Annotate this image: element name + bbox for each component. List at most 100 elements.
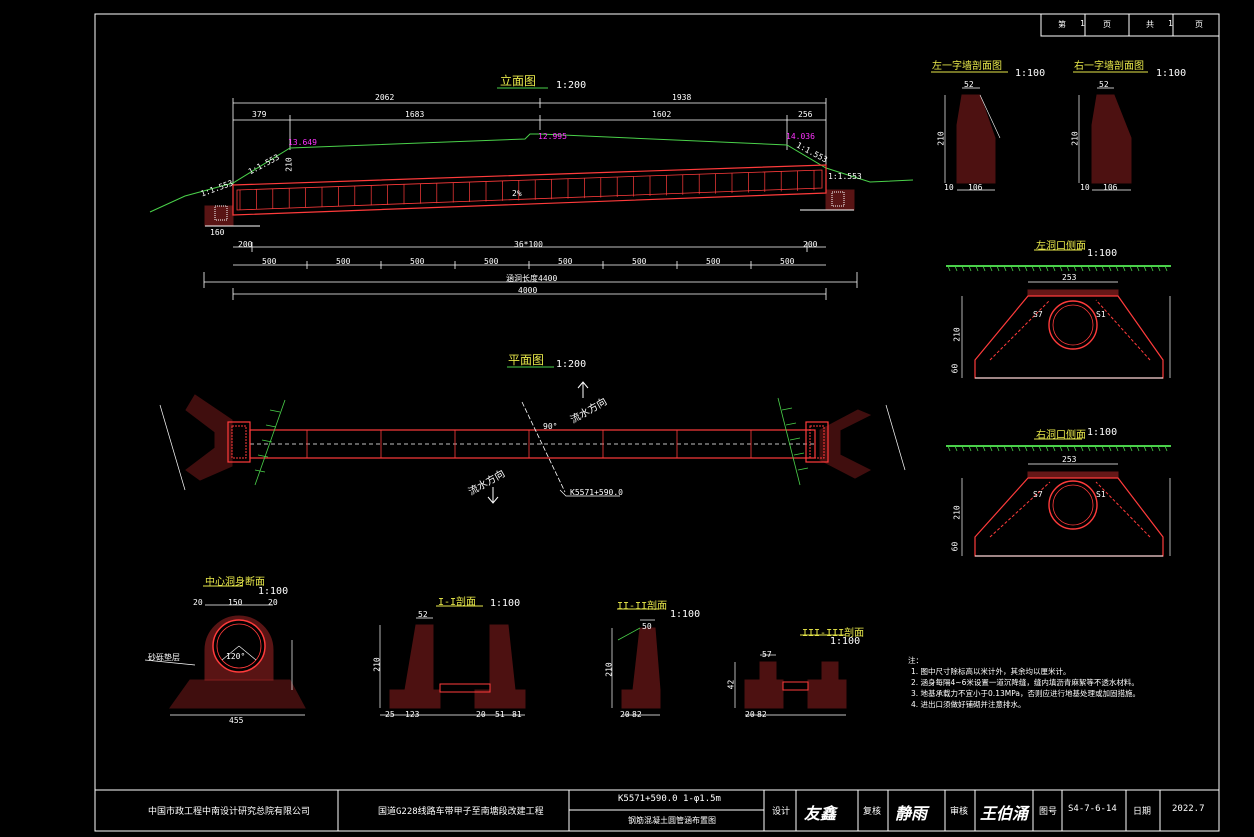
elev-base-160: 160 <box>210 228 225 237</box>
elev-dim-b2-4: 500 <box>484 257 499 266</box>
sec2-d2: 210 <box>604 662 614 677</box>
elev-dim-b2-1: 500 <box>262 257 277 266</box>
elev-dim-top-2: 1938 <box>672 93 692 102</box>
sec1-d7: 81 <box>512 710 522 719</box>
label-date: 日期 <box>1133 807 1152 817</box>
date: 2022.7 <box>1172 804 1205 814</box>
plan-title: 平面图 <box>508 353 545 367</box>
drawing-name: 钢筋混凝土圆管涵布置图 <box>628 816 716 825</box>
left-wall-scale: 1:100 <box>1015 68 1046 79</box>
right-portal-view <box>946 438 1171 557</box>
left-wall-d4: 10 <box>944 183 954 192</box>
sec1-scale: 1:100 <box>490 598 521 609</box>
right-wall-d4: 10 <box>1080 183 1090 192</box>
signature-check: 静雨 <box>895 804 928 823</box>
left-portal-title: 左洞口侧面 <box>1036 241 1086 252</box>
center-section-fill: 砂砾垫层 <box>148 653 180 662</box>
left-wall-title: 左一字墙剖面图 <box>932 61 1002 72</box>
elev-level-right: 14.036 <box>786 132 815 141</box>
elev-dim-mid-2: 1683 <box>405 110 425 119</box>
label-check: 复核 <box>863 807 882 817</box>
elevation-scale: 1:200 <box>556 80 587 91</box>
signature-design: 友鑫 <box>804 804 837 823</box>
elev-dim-b2-8: 500 <box>780 257 795 266</box>
sec3-d1: 57 <box>762 650 772 659</box>
elev-dim-top-1: 2062 <box>375 93 395 102</box>
section-2-2 <box>611 608 661 716</box>
elev-level-left: 13.649 <box>288 138 317 147</box>
elev-height-210: 210 <box>284 157 294 172</box>
left-portal-d3: S1 <box>1096 310 1106 319</box>
left-portal-view <box>946 249 1171 379</box>
elev-total: 4000 <box>518 286 538 295</box>
sec1-d6: 51 <box>495 710 505 719</box>
notes-block: 注： 1. 图中尺寸除标高以米计外，其余均以厘米计。 2. 涵身每隔4~6米设置… <box>908 655 1208 710</box>
drawing-number: S4-7-6-14 <box>1068 804 1117 814</box>
plan-station: K5571+590.0 <box>570 488 623 497</box>
elev-dim-b1-2: 36*100 <box>514 240 543 249</box>
page-number: 1 <box>1080 19 1085 28</box>
elev-dim-mid-3: 1602 <box>652 110 672 119</box>
notes-line-1: 1. 图中尺寸除标高以米计外，其余均以厘米计。 <box>911 667 1071 676</box>
elev-dim-b2-3: 500 <box>410 257 425 266</box>
elev-grade: 2% <box>512 189 522 198</box>
elev-dim-b2-7: 500 <box>706 257 721 266</box>
left-portal-d4: 210 <box>952 327 962 342</box>
sec3-d2: 42 <box>726 679 736 690</box>
label-drawing-no: 图号 <box>1039 807 1058 817</box>
plan-view <box>159 366 906 504</box>
left-portal-d2: S7 <box>1033 310 1043 319</box>
sec3-d4: 20 <box>745 710 755 719</box>
page-label-total: 共 <box>1146 20 1154 29</box>
center-section-d5: 455 <box>229 716 244 725</box>
sec2-d3: 82 <box>632 710 642 719</box>
center-section <box>144 585 306 716</box>
sec1-title: I-I剖面 <box>438 597 477 608</box>
elev-dim-mid-4: 256 <box>798 110 813 119</box>
right-portal-scale: 1:100 <box>1087 427 1118 438</box>
center-section-d1: 150 <box>228 598 243 607</box>
right-portal-title: 右洞口侧面 <box>1036 430 1086 441</box>
elev-dim-b2-6: 500 <box>632 257 647 266</box>
notes-line-3: 3. 地基承载力不宜小于0.13MPa，否则应进行地基处理或加固措施。 <box>911 689 1140 698</box>
sec2-d4: 20 <box>620 710 630 719</box>
plan-angle: 90° <box>543 422 558 431</box>
elev-level-mid: 12.995 <box>538 132 567 141</box>
page-box <box>1040 13 1220 37</box>
elev-dim-b1-1: 200 <box>238 240 253 249</box>
right-wall-title: 右一字墙剖面图 <box>1074 61 1144 72</box>
org-name: 中国市政工程中南设计研究总院有限公司 <box>148 807 311 817</box>
sec2-title: II-II剖面 <box>617 601 668 612</box>
sec1-d1: 52 <box>418 610 428 619</box>
page-total: 1 <box>1168 19 1173 28</box>
right-portal-d3: S1 <box>1096 490 1106 499</box>
notes-line-4: 4. 进出口须做好铺砌并注意排水。 <box>911 700 1026 709</box>
sec3-scale: 1:100 <box>830 636 861 647</box>
center-section-d3: 20 <box>268 598 278 607</box>
sec1-d4: 25 <box>385 710 395 719</box>
right-wall-section <box>1073 71 1148 191</box>
elev-total-label: 涵洞长度4400 <box>506 274 558 283</box>
right-wall-scale: 1:100 <box>1156 68 1187 79</box>
notes-title: 注： <box>908 656 923 665</box>
sec1-d5: 20 <box>476 710 486 719</box>
center-section-title: 中心洞身断面 <box>205 577 265 588</box>
right-wall-d3: 106 <box>1103 183 1118 192</box>
right-portal-d1: 253 <box>1062 455 1077 464</box>
signature-review: 王伯涌 <box>980 804 1029 823</box>
page-label-ye: 页 <box>1103 20 1111 29</box>
center-section-d4: 120° <box>226 652 246 661</box>
left-portal-scale: 1:100 <box>1087 248 1118 259</box>
page-label-ye2: 页 <box>1195 20 1203 29</box>
page-label-di: 第 <box>1058 20 1066 29</box>
elevation-view <box>149 87 914 300</box>
elevation-title: 立面图 <box>500 74 537 88</box>
left-portal-d1: 253 <box>1062 273 1077 282</box>
left-wall-d3: 106 <box>968 183 983 192</box>
notes-line-2: 2. 涵身每隔4~6米设置一道沉降缝，缝内填沥青麻絮等不透水材料。 <box>911 678 1139 687</box>
elev-dim-b2-5: 500 <box>558 257 573 266</box>
right-portal-d4: 210 <box>952 505 962 520</box>
sec3-d3: 82 <box>757 710 767 719</box>
right-portal-d2: S7 <box>1033 490 1043 499</box>
sec2-scale: 1:100 <box>670 609 701 620</box>
